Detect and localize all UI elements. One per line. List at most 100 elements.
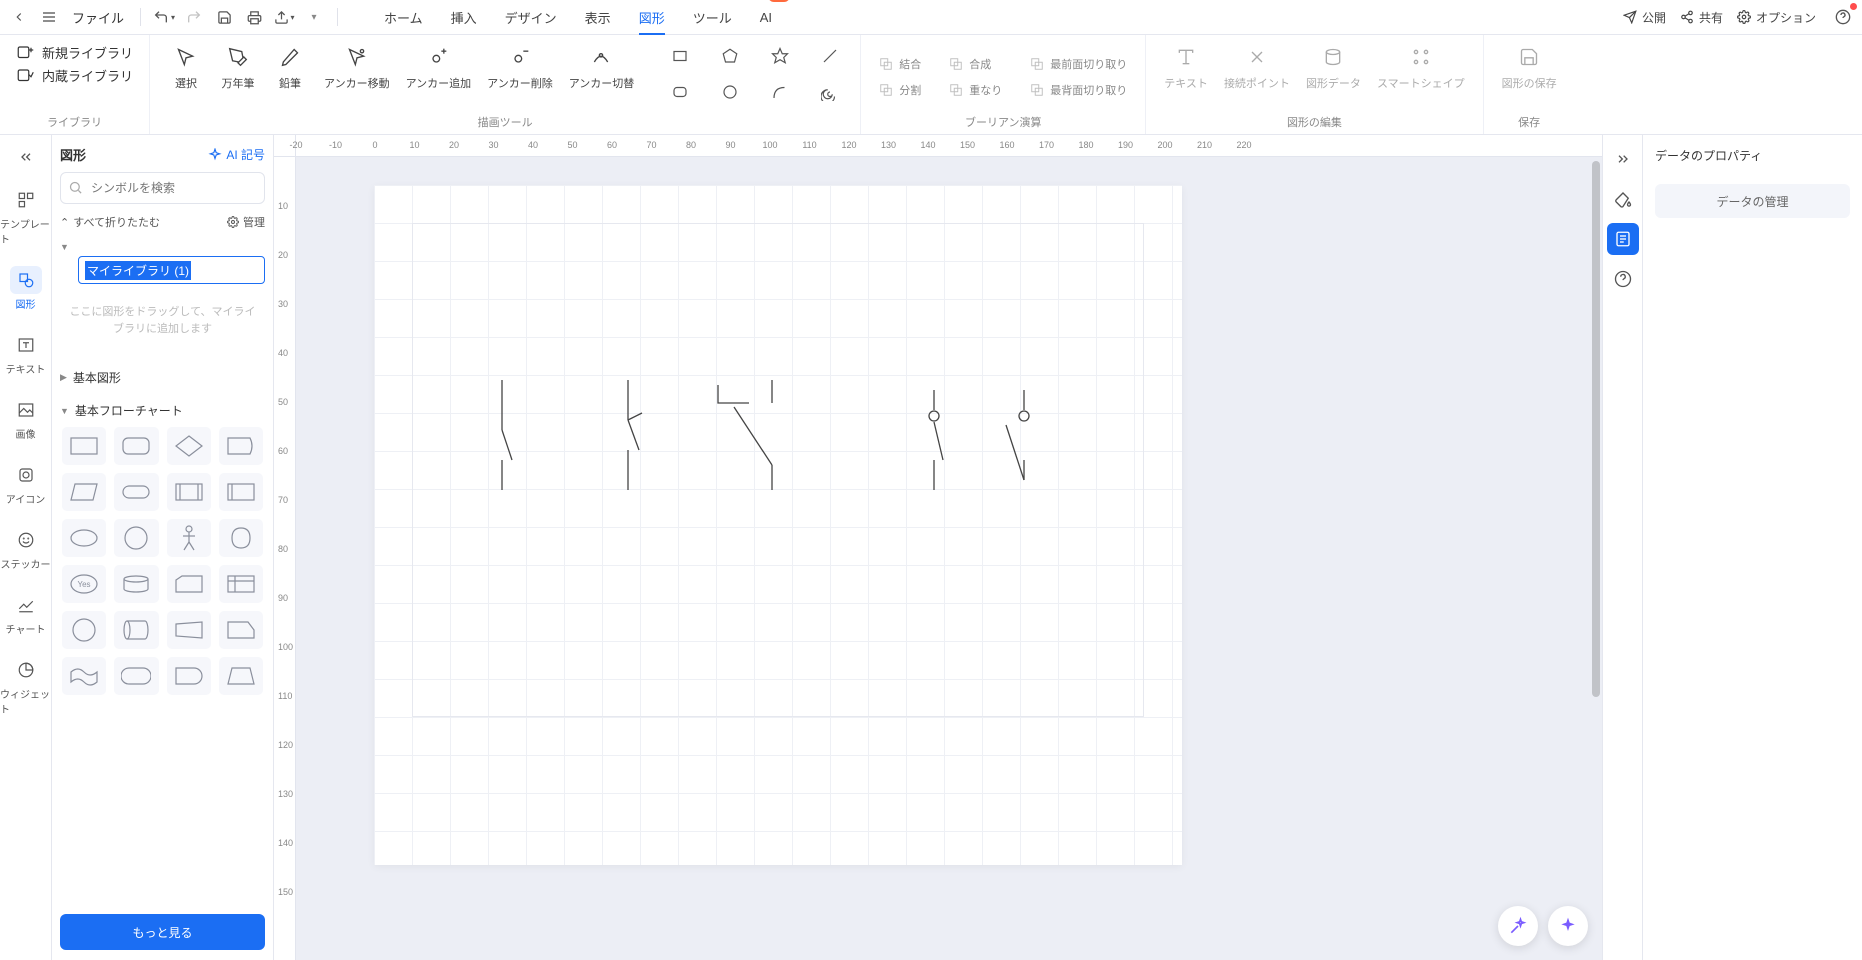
ruler-horizontal: -20-100102030405060708090100110120130140…: [296, 135, 1602, 157]
print-icon[interactable]: [241, 4, 267, 30]
share-button[interactable]: 共有: [1680, 9, 1723, 26]
tool-anchor-move[interactable]: アンカー移動: [316, 41, 398, 112]
symbol-search-input[interactable]: [60, 172, 265, 204]
fc-diamond[interactable]: [167, 427, 211, 465]
tool-pencil[interactable]: 鉛筆: [264, 41, 316, 112]
expand-right-icon[interactable]: [1607, 143, 1639, 175]
fc-yes[interactable]: Yes: [62, 565, 106, 603]
edit-text[interactable]: テキスト: [1156, 41, 1216, 112]
canvas-scrollbar[interactable]: [1592, 161, 1600, 697]
fc-wave[interactable]: [62, 657, 106, 695]
data-properties-icon[interactable]: [1607, 223, 1639, 255]
shape-line[interactable]: [810, 41, 850, 71]
bool-union[interactable]: 結合: [871, 53, 929, 75]
help-icon[interactable]: [1830, 4, 1856, 30]
fc-ellipse[interactable]: [62, 519, 106, 557]
shape-save[interactable]: 図形の保存: [1494, 41, 1565, 112]
edit-shape-data[interactable]: 図形データ: [1298, 41, 1369, 112]
fc-card[interactable]: [167, 565, 211, 603]
tool-pen[interactable]: 万年筆: [212, 41, 264, 112]
bool-back-cut[interactable]: 最背面切り取り: [1022, 79, 1135, 101]
leftbar-sticker[interactable]: ステッカー: [0, 518, 51, 579]
fc-bullet[interactable]: [167, 657, 211, 695]
leftbar-text[interactable]: テキスト: [0, 323, 51, 384]
back-icon[interactable]: [6, 4, 32, 30]
new-library-button[interactable]: 新規ライブラリ: [10, 41, 139, 64]
tab-view[interactable]: 表示: [585, 0, 611, 34]
fc-hex[interactable]: [219, 611, 263, 649]
leftbar-widget[interactable]: ウィジェット: [0, 648, 51, 724]
leftbar-icon[interactable]: アイコン: [0, 453, 51, 514]
tool-anchor-toggle[interactable]: アンカー切替: [561, 41, 643, 112]
fc-trap2[interactable]: [219, 657, 263, 695]
fc-stadium[interactable]: [114, 657, 158, 695]
fc-table[interactable]: [219, 565, 263, 603]
fc-cylinder-v[interactable]: [114, 611, 158, 649]
tab-shape[interactable]: 図形: [639, 0, 665, 34]
collapse-left-icon[interactable]: [12, 143, 40, 174]
fc-circle[interactable]: [114, 519, 158, 557]
data-manage-button[interactable]: データの管理: [1655, 184, 1850, 218]
save-icon[interactable]: [211, 4, 237, 30]
shape-star[interactable]: [760, 41, 800, 71]
ai-symbol-button[interactable]: AI 記号: [208, 146, 265, 163]
fc-flag[interactable]: [219, 427, 263, 465]
leftbar-chart[interactable]: チャート: [0, 583, 51, 644]
bool-combine[interactable]: 合成: [941, 53, 1010, 75]
redo-icon[interactable]: [181, 4, 207, 30]
leftbar-shapes[interactable]: 図形: [0, 258, 51, 319]
leftbar-image[interactable]: 画像: [0, 388, 51, 449]
tab-home[interactable]: ホーム: [384, 0, 423, 34]
shape-arc[interactable]: [760, 77, 800, 107]
tab-design[interactable]: デザイン: [505, 0, 557, 34]
fc-rect[interactable]: [62, 427, 106, 465]
fc-circle2[interactable]: [62, 611, 106, 649]
fc-actor[interactable]: [167, 519, 211, 557]
section-flowchart[interactable]: ▼基本フローチャート: [60, 398, 265, 423]
fc-subroutine2[interactable]: [219, 473, 263, 511]
fc-subroutine[interactable]: [167, 473, 211, 511]
tab-tool[interactable]: ツール: [693, 0, 732, 34]
magic-wand-button[interactable]: [1498, 906, 1538, 946]
tool-anchor-add[interactable]: アンカー追加: [398, 41, 480, 112]
builtin-library-button[interactable]: 内蔵ライブラリ: [10, 64, 139, 87]
publish-button[interactable]: 公開: [1623, 9, 1666, 26]
manage-library-button[interactable]: 管理: [227, 214, 265, 230]
help-circle-icon[interactable]: [1607, 263, 1639, 295]
tab-insert[interactable]: 挿入: [451, 0, 477, 34]
more-icon[interactable]: ▾: [301, 4, 327, 30]
my-library-name-input[interactable]: マイライブラリ (1): [78, 256, 265, 284]
shape-roundrect[interactable]: [660, 77, 700, 107]
fc-parallelogram[interactable]: [62, 473, 106, 511]
tab-ai[interactable]: AIhot: [760, 0, 772, 34]
section-basic-shapes[interactable]: ▶基本図形: [60, 365, 265, 390]
shape-polygon[interactable]: [710, 41, 750, 71]
fc-roundrect[interactable]: [114, 427, 158, 465]
shape-circle[interactable]: [710, 77, 750, 107]
hamburger-icon[interactable]: [36, 4, 62, 30]
options-button[interactable]: オプション: [1737, 9, 1816, 26]
bool-intersect[interactable]: 重なり: [941, 79, 1010, 101]
canvas-area[interactable]: -20-100102030405060708090100110120130140…: [274, 135, 1602, 960]
undo-icon[interactable]: ▾: [151, 4, 177, 30]
file-menu[interactable]: ファイル: [66, 8, 130, 27]
fc-trapezoid[interactable]: [167, 611, 211, 649]
bool-front-cut[interactable]: 最前面切り取り: [1022, 53, 1135, 75]
sparkle-button[interactable]: [1548, 906, 1588, 946]
paint-bucket-icon[interactable]: [1607, 183, 1639, 215]
fc-cylinder-h[interactable]: [114, 565, 158, 603]
fc-blob[interactable]: [219, 519, 263, 557]
tool-select[interactable]: 選択: [160, 41, 212, 112]
edit-smartshape[interactable]: スマートシェイプ: [1369, 41, 1473, 112]
leftbar-templates[interactable]: テンプレート: [0, 178, 51, 254]
shape-rect[interactable]: [660, 41, 700, 71]
tool-anchor-delete[interactable]: アンカー削除: [479, 41, 561, 112]
bool-divide[interactable]: 分割: [871, 79, 929, 101]
shape-spiral[interactable]: [810, 77, 850, 107]
more-shapes-button[interactable]: もっと見る: [60, 914, 265, 950]
collapse-all-button[interactable]: ⌃ すべて折りたたむ: [60, 214, 160, 230]
fc-pill[interactable]: [114, 473, 158, 511]
edit-connect-point[interactable]: 接続ポイント: [1216, 41, 1298, 112]
section-my-library[interactable]: ▼: [60, 238, 265, 256]
export-icon[interactable]: ▾: [271, 4, 297, 30]
